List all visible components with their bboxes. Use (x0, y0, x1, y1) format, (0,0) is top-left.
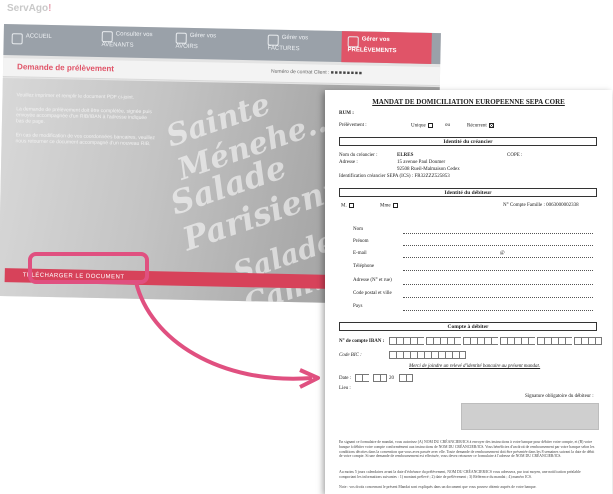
signature-box[interactable] (461, 403, 599, 430)
field-prenom-input[interactable] (403, 245, 593, 246)
bic-input[interactable] (389, 351, 466, 359)
field-email-label: E-mail (353, 251, 367, 256)
date-day-month-input[interactable] (355, 374, 387, 382)
bic-label: Code BIC : (339, 353, 362, 358)
adresse-line-1: 15 avenue Paul Doumer (397, 160, 446, 165)
mme-checkbox[interactable] (392, 203, 398, 208)
field-nom-input[interactable] (403, 233, 593, 234)
field-cp-ville-label: Code postal et ville (353, 291, 392, 296)
compte-famille: N° Compte Famille : 0063000002338 (503, 203, 579, 208)
fine-print-3: Note : vos droits concernant le présent … (339, 485, 537, 489)
field-nom-label: Nom (353, 227, 363, 232)
field-pays-label: Pays (353, 304, 363, 309)
creancier-name: ELRES (397, 153, 414, 158)
iban-input[interactable] (389, 337, 602, 345)
field-cp-ville-input[interactable] (403, 297, 593, 298)
fine-print-2: Au moins 5 jours calendaires avant la da… (339, 470, 581, 479)
field-adresse-label: Adresse (N° et rue) (353, 278, 392, 283)
mme-option[interactable]: Mme (380, 203, 398, 210)
doc-title: MANDAT DE DOMICILIATION EUROPEENNE SEPA … (372, 98, 565, 106)
field-email-input[interactable] (403, 257, 593, 258)
adresse-line-2: 92508 Rueil-Malmaison Cedex (397, 167, 460, 172)
field-pays-input[interactable] (403, 310, 593, 311)
date-year-prefix: 20 (389, 376, 394, 381)
section-compte: Compte à débiter (339, 322, 597, 331)
field-prenom-label: Prénom (353, 239, 369, 244)
field-telephone-input[interactable] (403, 270, 593, 271)
recurrent-option[interactable]: Récurrent (467, 123, 494, 130)
signature-label: Signature obligatoire du débiteur : (525, 394, 594, 399)
field-telephone-label: Téléphone (353, 264, 375, 269)
field-adresse-input[interactable] (403, 284, 593, 285)
iban-label: N° de compte IBAN : (339, 339, 385, 344)
rum-label: RUM : (339, 111, 354, 116)
m-option[interactable]: M. (341, 203, 354, 210)
date-year-input[interactable] (399, 374, 413, 382)
section-debiteur: Identité du débiteur (339, 188, 597, 197)
cope-label: COPE : (507, 153, 523, 158)
unique-checkbox[interactable] (427, 123, 433, 128)
prelevement-label: Prélèvement : (339, 123, 367, 128)
unique-option[interactable]: Unique (411, 123, 433, 130)
adresse-label: Adresse : (339, 160, 358, 165)
email-at-sign: @ (500, 251, 505, 256)
arrow-path (134, 281, 313, 381)
rib-note: Merci de joindre un relevé d'identité ba… (409, 364, 541, 369)
sepa-mandate-document: MANDAT DE DOMICILIATION EUROPEENNE SEPA … (325, 90, 612, 494)
fine-print-1: En signant ce formulaire de mandat, vous… (339, 440, 595, 459)
recurrent-checkbox[interactable] (488, 123, 494, 128)
m-checkbox[interactable] (348, 203, 354, 208)
date-label: Date : (339, 376, 352, 381)
creancier-name-label: Nom du créancier : (339, 153, 378, 158)
ics-line: Identification créancier SEPA (ICS) : FR… (339, 174, 450, 179)
section-creancier: Identité du créancier (339, 137, 597, 146)
ou-text: ou (445, 123, 450, 128)
lieu-label: Lieu : (339, 386, 351, 391)
